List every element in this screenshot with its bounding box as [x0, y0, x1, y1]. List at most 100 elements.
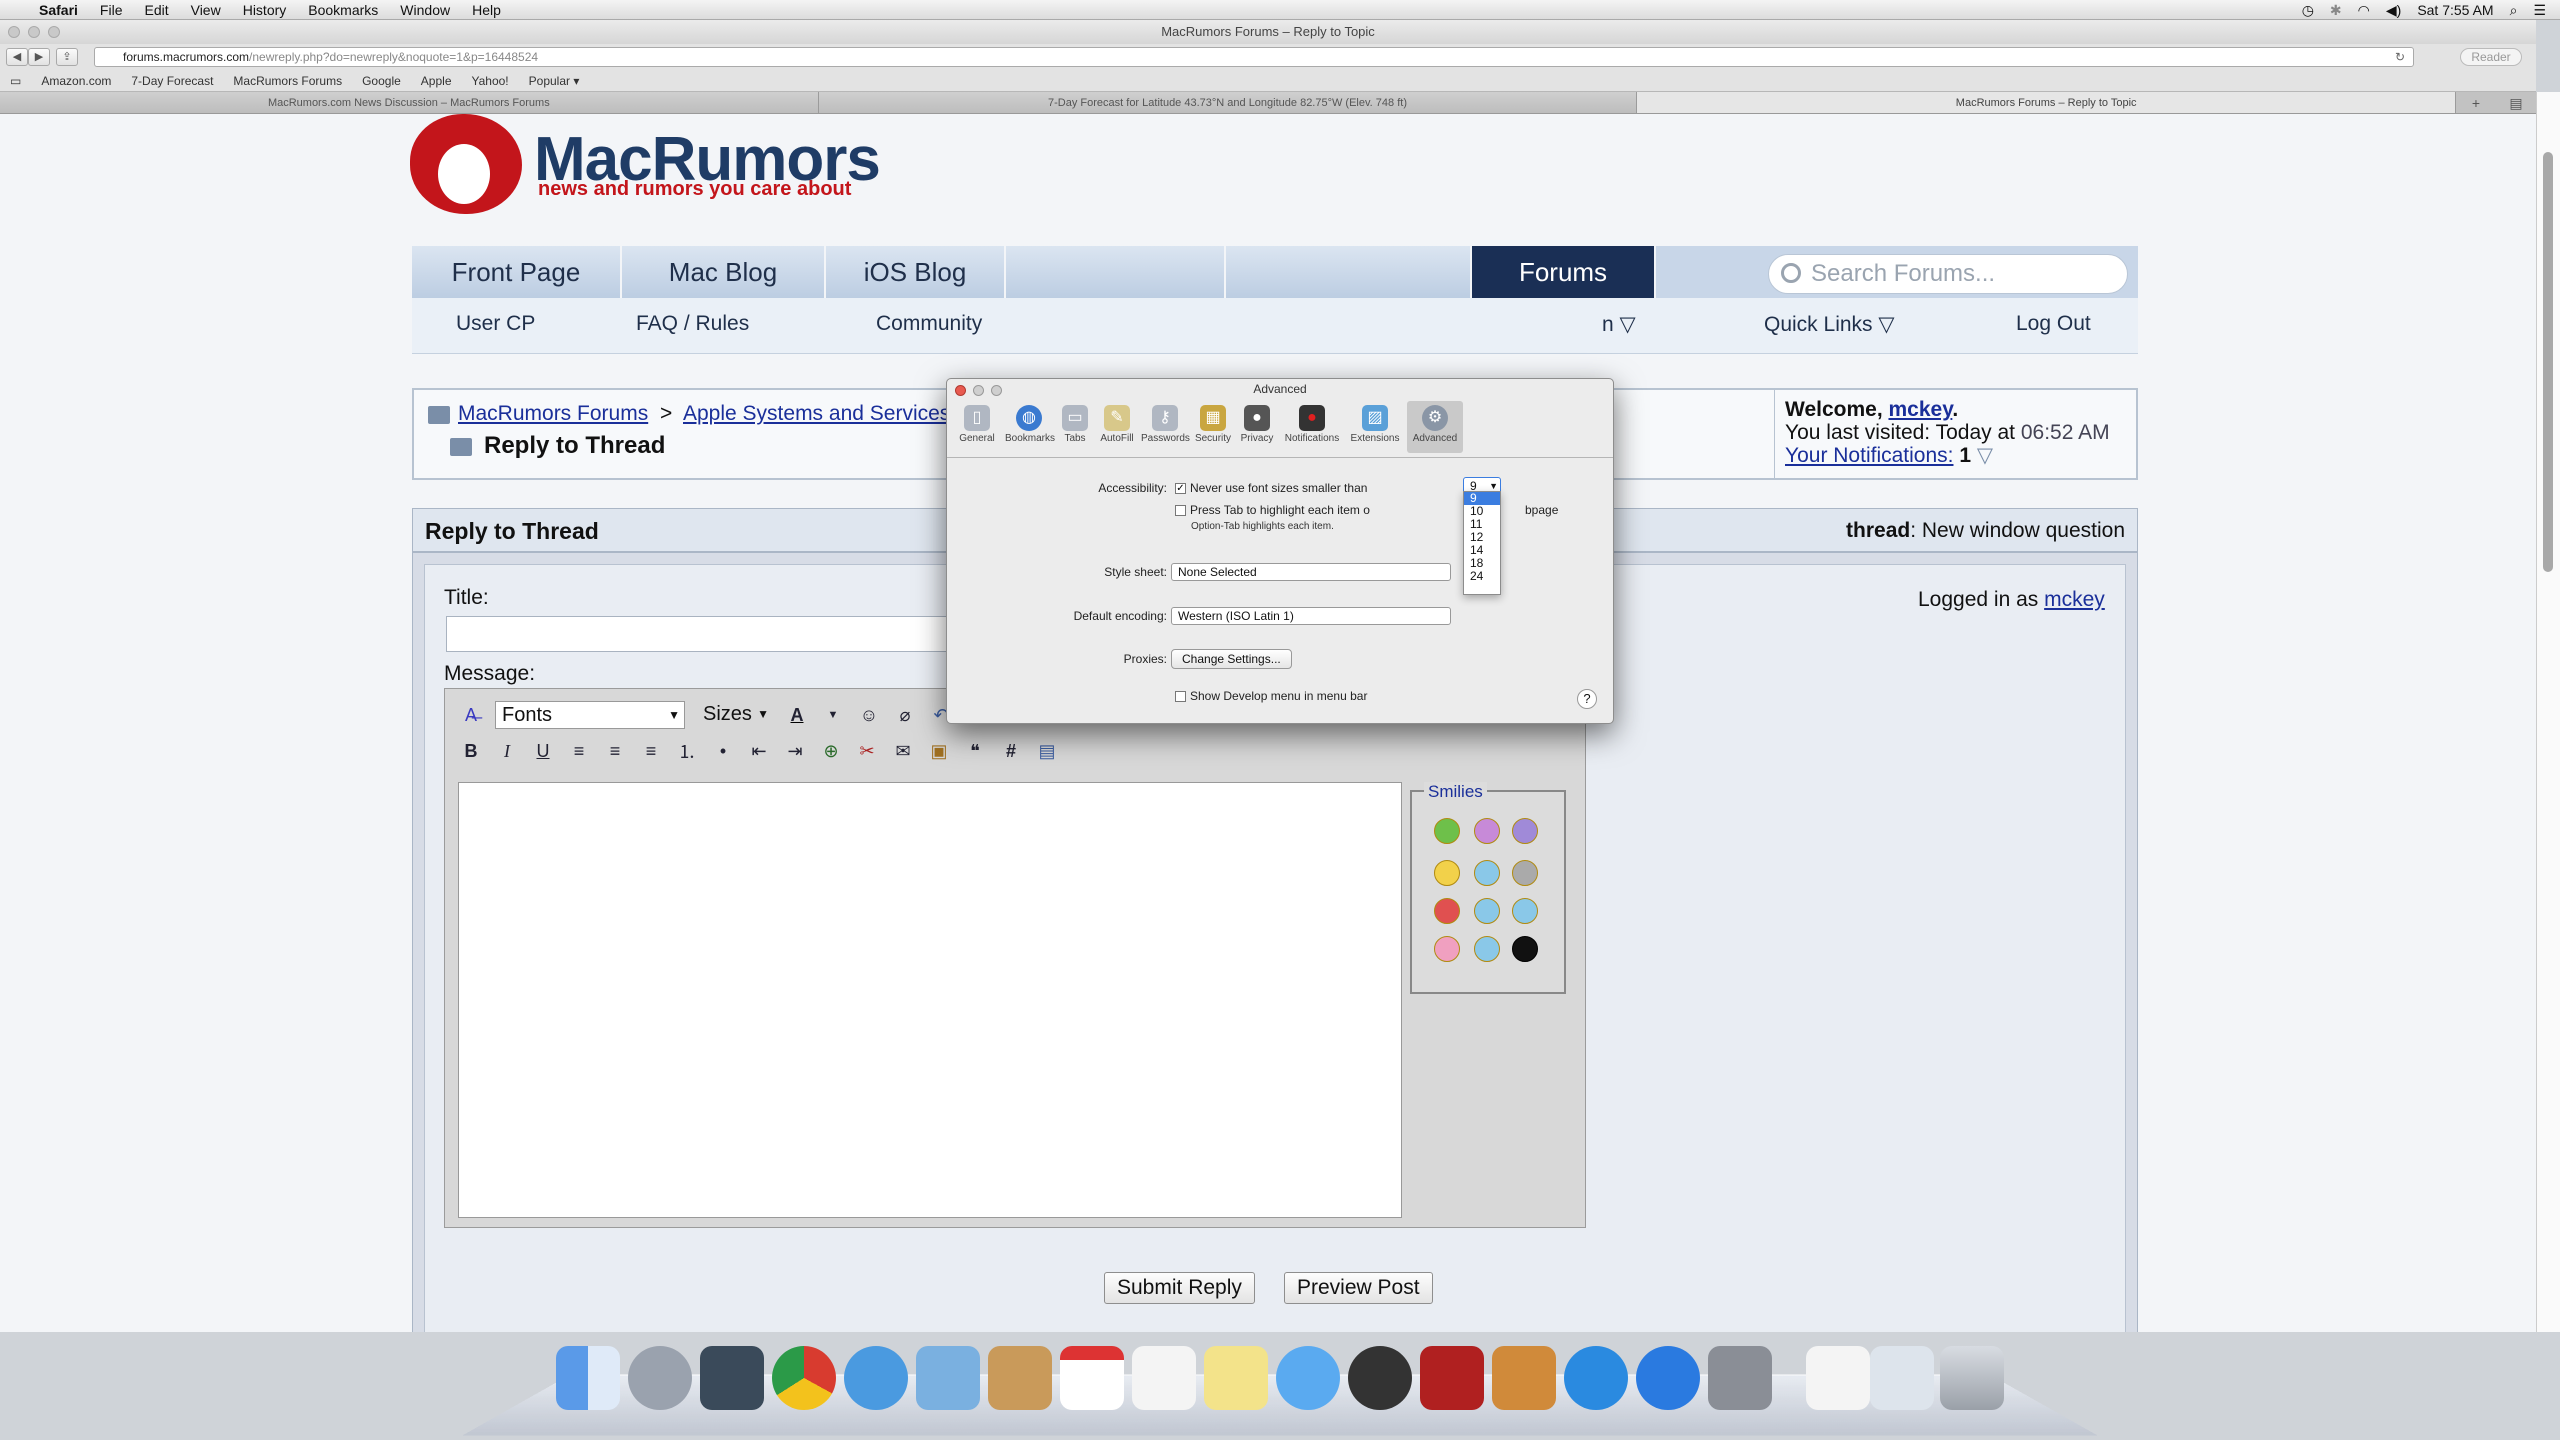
change-settings-button[interactable]: Change Settings...: [1171, 649, 1292, 669]
tab-reply-to-topic[interactable]: MacRumors Forums – Reply to Topic: [1637, 92, 2457, 113]
prefs-tab-privacy[interactable]: ● Privacy: [1237, 401, 1277, 453]
finder-icon[interactable]: [556, 1346, 620, 1410]
tab-macrumors-news[interactable]: MacRumors.com News Discussion – MacRumor…: [0, 92, 819, 113]
insert-image-icon[interactable]: ▣: [927, 739, 951, 763]
italic-icon[interactable]: I: [495, 739, 519, 763]
page-scrollbar[interactable]: [2536, 92, 2560, 1332]
font-option-24[interactable]: 24: [1464, 570, 1500, 583]
prefs-tab-autofill[interactable]: ✎ AutoFill: [1097, 401, 1137, 453]
trash-icon[interactable]: [1940, 1346, 2004, 1410]
app-store-icon[interactable]: [1636, 1346, 1700, 1410]
forum-search-input[interactable]: Search Forums...: [1768, 254, 2128, 294]
smilie-wink-icon[interactable]: [1474, 936, 1500, 962]
breadcrumb-section[interactable]: Apple Systems and Services: [683, 402, 950, 425]
chrome-icon[interactable]: [772, 1346, 836, 1410]
font-select[interactable]: Fonts ▼: [495, 701, 685, 729]
nav-log-out[interactable]: Log Out: [2016, 312, 2091, 336]
new-tab-icon[interactable]: +: [2456, 92, 2497, 113]
reader-button[interactable]: Reader: [2460, 48, 2522, 66]
nav-user-cp[interactable]: User CP: [456, 312, 535, 336]
preview-post-button[interactable]: Preview Post: [1284, 1272, 1433, 1304]
bookmark-forecast[interactable]: 7-Day Forecast: [121, 74, 223, 88]
safari-icon[interactable]: [844, 1346, 908, 1410]
underline-icon[interactable]: U: [531, 739, 555, 763]
reload-icon[interactable]: ↻: [2395, 48, 2405, 66]
color-dropdown-icon[interactable]: ▼: [821, 703, 845, 727]
nav-forums[interactable]: Forums: [1472, 246, 1656, 298]
code-hash-icon[interactable]: #: [999, 739, 1023, 763]
downloads-stack-icon[interactable]: [1870, 1346, 1934, 1410]
logged-in-user-link[interactable]: mckey: [2044, 588, 2105, 611]
smilie-rolleyes-icon[interactable]: [1474, 898, 1500, 924]
nav-front-page[interactable]: Front Page: [412, 246, 622, 298]
messages-icon[interactable]: [1276, 1346, 1340, 1410]
facetime-icon[interactable]: [1348, 1346, 1412, 1410]
address-bar[interactable]: forums.macrumors.com/newreply.php?do=new…: [94, 47, 2414, 67]
welcome-user-link[interactable]: mckey: [1888, 398, 1952, 421]
mission-control-icon[interactable]: [700, 1346, 764, 1410]
stylesheet-select[interactable]: None Selected: [1171, 563, 1451, 581]
prefs-tab-advanced[interactable]: ⚙ Advanced: [1407, 401, 1463, 453]
notifications-link[interactable]: Your Notifications:: [1785, 444, 1953, 467]
bluetooth-icon[interactable]: ✱: [2330, 2, 2342, 19]
develop-menu-checkbox[interactable]: [1175, 691, 1186, 703]
nav-quick-links[interactable]: Quick Links ▽: [1764, 312, 1895, 337]
align-center-icon[interactable]: ≡: [603, 739, 627, 763]
breadcrumb-root[interactable]: MacRumors Forums: [458, 402, 648, 425]
message-textarea[interactable]: [458, 782, 1402, 1218]
tab-forecast[interactable]: 7-Day Forecast for Latitude 43.73°N and …: [818, 92, 1638, 113]
bold-icon[interactable]: B: [459, 739, 483, 763]
prefs-tab-security[interactable]: ▦ Security: [1193, 401, 1233, 453]
insert-email-icon[interactable]: ✉: [891, 739, 915, 763]
nav-faq-rules[interactable]: FAQ / Rules: [636, 312, 749, 336]
smiley-icon[interactable]: ☺: [857, 703, 881, 727]
menu-window[interactable]: Window: [389, 2, 461, 18]
calendar-icon[interactable]: [1060, 1346, 1124, 1410]
smilie-cool-icon[interactable]: [1512, 898, 1538, 924]
launchpad-icon[interactable]: [628, 1346, 692, 1410]
insert-link-icon[interactable]: ⊕: [819, 739, 843, 763]
smilie-tongue-icon[interactable]: [1434, 936, 1460, 962]
contacts-icon[interactable]: [988, 1346, 1052, 1410]
unordered-list-icon[interactable]: •: [711, 739, 735, 763]
system-preferences-icon[interactable]: [1708, 1346, 1772, 1410]
php-code-icon[interactable]: ▤: [1035, 739, 1059, 763]
volume-icon[interactable]: ◀): [2386, 2, 2401, 19]
nav-community[interactable]: Community: [876, 312, 982, 336]
reminders-icon[interactable]: [1132, 1346, 1196, 1410]
photo-booth-icon[interactable]: [1420, 1346, 1484, 1410]
notification-center-icon[interactable]: ☰: [2533, 2, 2546, 19]
remove-format-icon[interactable]: A̶: [459, 703, 483, 727]
help-button[interactable]: ?: [1577, 689, 1597, 709]
menu-view[interactable]: View: [180, 2, 232, 18]
chevron-down-icon[interactable]: ▽: [1977, 444, 1993, 467]
attachment-icon[interactable]: ⌀: [893, 703, 917, 727]
outdent-icon[interactable]: ⇤: [747, 739, 771, 763]
nav-partial-dropdown[interactable]: n ▽: [1602, 312, 1636, 337]
prefs-tab-tabs[interactable]: ▭ Tabs: [1057, 401, 1093, 453]
menu-app-safari[interactable]: Safari: [28, 2, 89, 18]
spotlight-icon[interactable]: ⌕: [2510, 2, 2518, 19]
bookmark-amazon[interactable]: Amazon.com: [31, 74, 121, 88]
align-left-icon[interactable]: ≡: [567, 739, 591, 763]
smilie-apple-icon[interactable]: [1512, 936, 1538, 962]
iphoto-icon[interactable]: [1492, 1346, 1556, 1410]
prefs-tab-bookmarks[interactable]: ◍ Bookmarks: [1005, 401, 1055, 453]
forward-button[interactable]: ▶: [28, 48, 50, 66]
smilie-grin-icon[interactable]: [1434, 818, 1460, 844]
prefs-tab-general[interactable]: ▯ General: [953, 401, 1001, 453]
document-stack-icon[interactable]: [1806, 1346, 1870, 1410]
nav-roundups[interactable]: [1006, 246, 1226, 298]
smilie-frown-icon[interactable]: [1512, 818, 1538, 844]
minimize-window-button[interactable]: [28, 26, 40, 38]
time-machine-icon[interactable]: ◷: [2302, 2, 2314, 19]
close-window-button[interactable]: [8, 26, 20, 38]
share-button[interactable]: ⇪: [56, 48, 78, 66]
quote-icon[interactable]: ❝: [963, 739, 987, 763]
press-tab-checkbox[interactable]: [1175, 505, 1186, 517]
prefs-tab-passwords[interactable]: ⚷ Passwords: [1141, 401, 1190, 453]
menu-help[interactable]: Help: [461, 2, 512, 18]
text-color-icon[interactable]: A: [785, 703, 809, 727]
notes-icon[interactable]: [1204, 1346, 1268, 1410]
min-font-checkbox[interactable]: ✓: [1175, 483, 1186, 495]
